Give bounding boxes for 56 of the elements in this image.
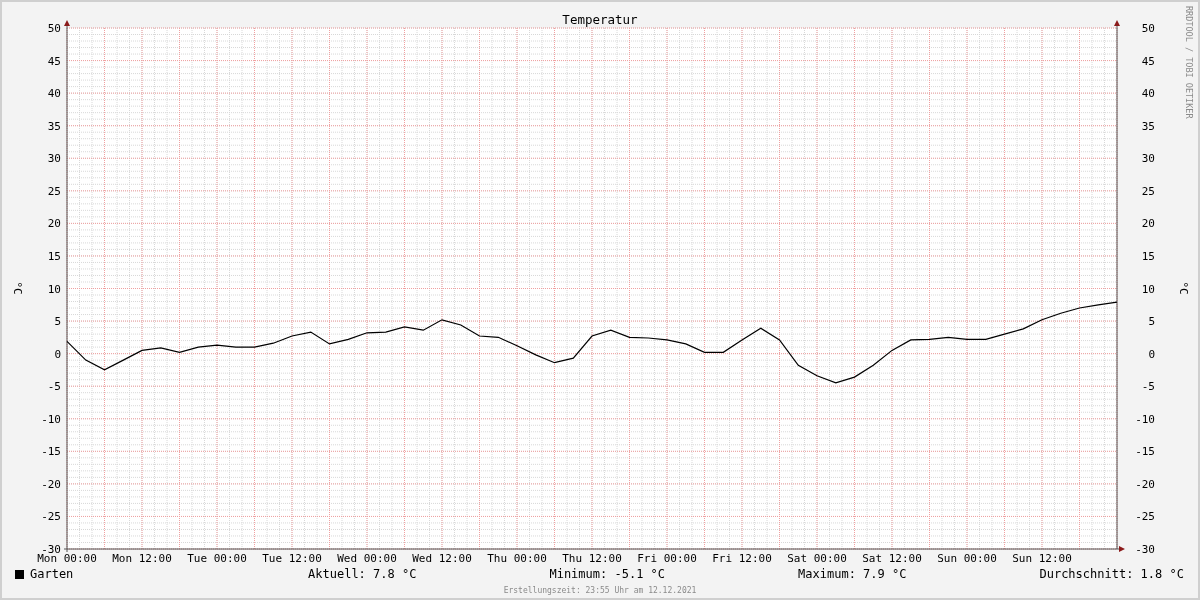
y-tick-label: -25	[1135, 510, 1155, 524]
y-tick-label: 40	[47, 87, 61, 101]
y-tick-label: -10	[41, 412, 61, 426]
y-tick-label: -20	[1135, 477, 1155, 491]
x-tick-label: Sun 00:00	[937, 552, 997, 565]
y-tick-label: 20	[1141, 217, 1155, 231]
y-tick-label: 10	[47, 282, 61, 296]
x-tick-label: Fri 12:00	[712, 552, 772, 565]
x-tick-label: Thu 12:00	[562, 552, 622, 565]
y-tick-label: 35	[1141, 119, 1155, 133]
legend-stat: Minimum: -5.1 °C	[549, 567, 666, 581]
x-tick-label: Sun 12:00	[1012, 552, 1072, 565]
legend-stat: Maximum: 7.9 °C	[798, 567, 907, 581]
y-tick-label: 35	[47, 119, 61, 133]
y-tick-label: -5	[47, 380, 61, 394]
x-tick-label: Fri 00:00	[637, 552, 697, 565]
y-tick-label: 15	[1141, 249, 1155, 263]
y-tick-label: -15	[1135, 445, 1155, 459]
y-tick-label: 45	[1141, 54, 1155, 68]
y-tick-label: 40	[1141, 87, 1155, 101]
x-tick-label: Sat 00:00	[787, 552, 847, 565]
y-tick-label: 0	[1148, 347, 1155, 361]
y-tick-label: -15	[41, 445, 61, 459]
y-tick-label: 10	[1141, 282, 1155, 296]
x-tick-label: Sat 12:00	[862, 552, 922, 565]
y-axis-label: °C	[11, 281, 24, 295]
x-tick-label: Tue 12:00	[262, 552, 322, 565]
y-tick-label: 45	[47, 54, 61, 68]
y-tick-label: 15	[47, 249, 61, 263]
y-tick-label: 30	[47, 152, 61, 166]
y-tick-label: 5	[1148, 315, 1155, 329]
chart-title: Temperatur	[562, 12, 638, 27]
legend-stat: Durchschnitt: 1.8 °C	[1039, 567, 1184, 581]
legend-label: Garten	[30, 567, 74, 581]
creation-time-text: Erstellungszeit: 23:55 Uhr am 12.12.2021	[503, 586, 697, 595]
y-tick-label: 5	[54, 315, 61, 329]
y-tick-label: 25	[47, 184, 61, 198]
x-tick-label: Thu 00:00	[487, 552, 547, 565]
y-tick-label: 50	[47, 22, 61, 35]
x-tick-label: Tue 00:00	[187, 552, 247, 565]
y-tick-label: 30	[1141, 152, 1155, 166]
y-tick-label: -10	[1135, 412, 1155, 426]
x-tick-label: Mon 12:00	[112, 552, 172, 565]
y-tick-label: 50	[1141, 22, 1155, 35]
y-tick-label: 0	[54, 347, 61, 361]
y-tick-label: -30	[1135, 543, 1155, 556]
y-tick-label: 25	[1141, 184, 1155, 198]
watermark-text: RRDTOOL / TOBI OETIKER	[1184, 6, 1194, 119]
y-tick-label: -5	[1141, 380, 1155, 394]
y-axis-label: °C	[1177, 281, 1190, 295]
legend-stat: Aktuell: 7.8 °C	[308, 567, 417, 581]
y-tick-label: -20	[41, 477, 61, 491]
x-tick-label: Wed 12:00	[412, 552, 472, 565]
x-tick-label: Wed 00:00	[337, 552, 397, 565]
y-tick-label: 20	[47, 217, 61, 231]
y-tick-label: -25	[41, 510, 61, 524]
